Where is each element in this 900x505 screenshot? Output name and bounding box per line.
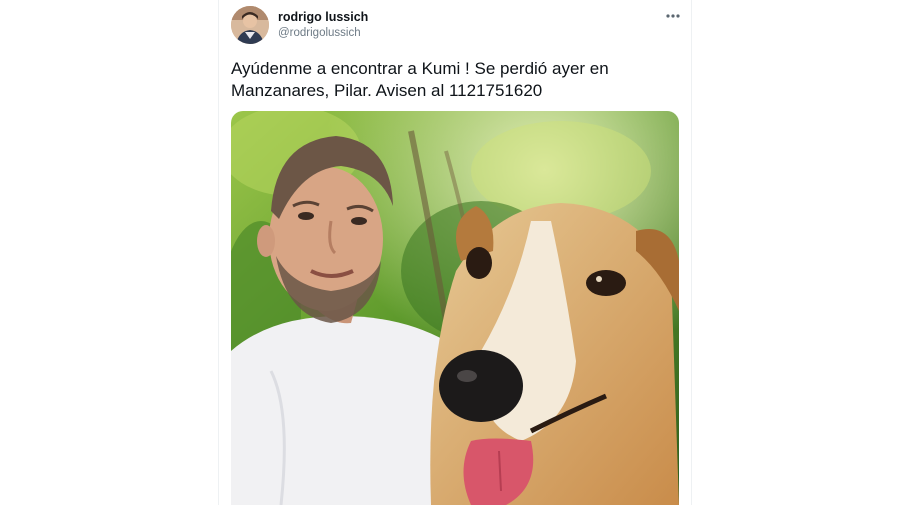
author-handle[interactable]: @rodrigolussich <box>278 27 361 39</box>
page: rodrigo lussich @rodrigolussich Ayúdenme… <box>0 0 900 505</box>
avatar-image <box>231 6 269 44</box>
tweet-text: Ayúdenme a encontrar a Kumi ! Se perdió … <box>231 58 671 102</box>
tweet-card: rodrigo lussich @rodrigolussich Ayúdenme… <box>218 0 692 505</box>
author-name[interactable]: rodrigo lussich <box>278 10 368 24</box>
author-avatar[interactable] <box>231 6 269 44</box>
ellipsis-horizontal-icon <box>666 14 680 18</box>
tweet-text-line-2: Manzanares, Pilar. Avisen al 1121751620 <box>231 81 543 100</box>
selfie-with-dog-photo <box>231 111 679 505</box>
tweet-photo[interactable] <box>231 111 679 505</box>
more-options-button[interactable] <box>661 6 685 26</box>
tweet-text-line-1: Ayúdenme a encontrar a Kumi ! Se perdió … <box>231 59 609 78</box>
